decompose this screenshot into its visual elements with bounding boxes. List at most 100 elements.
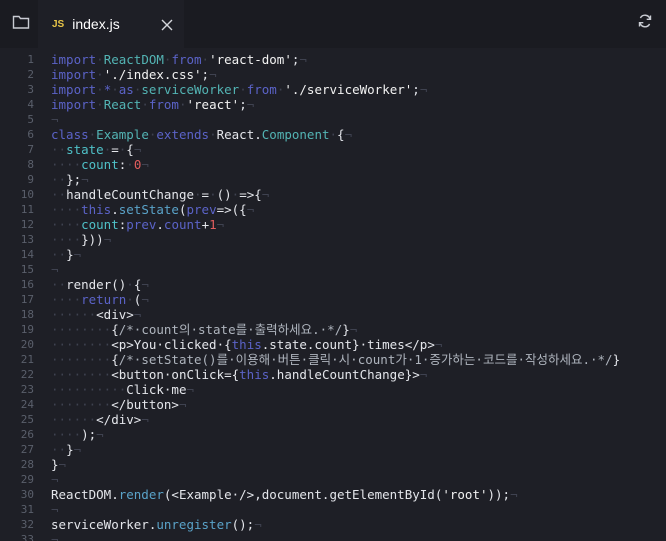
- code-line[interactable]: 6 class·Example·extends·React.Component·{…: [0, 127, 666, 142]
- code-text: ····return·(¬: [51, 292, 149, 307]
- line-number: 28: [20, 458, 34, 471]
- code-token: +: [201, 217, 210, 232]
- code-line[interactable]: 1 import·ReactDOM·from·'react-dom';¬: [0, 52, 666, 67]
- code-token: this: [81, 202, 112, 217]
- folder-icon[interactable]: [12, 14, 30, 30]
- code-text: ······</div>¬: [51, 412, 149, 427]
- code-token: ····: [51, 217, 82, 232]
- line-number: 8: [27, 158, 34, 171]
- code-token: serviceWorker.: [51, 517, 157, 532]
- close-icon[interactable]: [160, 17, 174, 31]
- code-token: </button>: [111, 397, 179, 412]
- code-line[interactable]: 30 ReactDOM.render(<Example·/>,document.g…: [0, 487, 666, 502]
- line-number: 27: [20, 443, 34, 456]
- code-token: import: [51, 67, 97, 82]
- code-line[interactable]: 15 ¬: [0, 262, 666, 277]
- code-token: ¬: [186, 382, 195, 397]
- code-token: ········: [51, 352, 112, 367]
- line-number: 30: [20, 488, 34, 501]
- code-line[interactable]: 4 import·React·from·'react';¬: [0, 97, 666, 112]
- code-token: ¬: [419, 367, 428, 382]
- code-token: ¬: [73, 247, 82, 262]
- code-token: ;: [239, 97, 247, 112]
- code-token: this: [231, 337, 262, 352]
- code-line[interactable]: 21 ········{/*·setState()를·이용해·버튼·클릭·시·co…: [0, 352, 666, 367]
- code-line[interactable]: 3 import·*·as·serviceWorker·from·'./servi…: [0, 82, 666, 97]
- code-token: ····: [51, 202, 82, 217]
- code-line[interactable]: 7 ··state·=·{¬: [0, 142, 666, 157]
- tab-index-js[interactable]: JS index.js: [38, 0, 184, 48]
- line-number: 22: [20, 368, 34, 381]
- code-area[interactable]: 1 import·ReactDOM·from·'react-dom';¬ 2 impo…: [0, 48, 666, 541]
- code-line[interactable]: 26 ····);¬: [0, 427, 666, 442]
- code-line[interactable]: 9 ··};¬: [0, 172, 666, 187]
- code-line[interactable]: 11 ····this.setState(prev=>({¬: [0, 202, 666, 217]
- code-line[interactable]: 19 ········{/*·count의·state를·출력하세요.·*/}¬: [0, 322, 666, 337]
- code-line[interactable]: 33 ¬: [0, 532, 666, 541]
- line-number: 1: [27, 53, 34, 66]
- code-line[interactable]: 29 ¬: [0, 472, 666, 487]
- code-token: ¬: [246, 202, 255, 217]
- code-token: Example: [96, 127, 149, 142]
- code-line[interactable]: 2 import·'./index.css';¬: [0, 67, 666, 82]
- line-number: 20: [20, 338, 34, 351]
- code-line[interactable]: 17 ····return·(¬: [0, 292, 666, 307]
- code-token: ¬: [103, 232, 112, 247]
- code-token: import: [51, 82, 97, 97]
- code-token: ));: [487, 487, 511, 502]
- code-text: ····}))¬: [51, 232, 111, 247]
- code-line[interactable]: 16 ··render()·{¬: [0, 277, 666, 292]
- code-line[interactable]: 25 ······</div>¬: [0, 412, 666, 427]
- code-line[interactable]: 8 ····count:·0¬: [0, 157, 666, 172]
- line-number: 31: [20, 503, 34, 516]
- code-token: ¬: [344, 127, 353, 142]
- code-token: /*·count의·state를·출력하세요.·*/: [118, 322, 343, 337]
- code-token: state: [66, 142, 104, 157]
- js-file-icon: JS: [52, 18, 65, 30]
- code-text: ··render()·{¬: [51, 277, 149, 292]
- code-token: ¬: [81, 172, 89, 187]
- line-number: 6: [27, 128, 34, 141]
- code-text: import·'./index.css';¬: [51, 67, 217, 82]
- line-number: 23: [20, 383, 34, 396]
- code-token: ····: [51, 292, 82, 307]
- code-token: /*·setState()를·이용해·버튼·클릭·시·count가·1·증가하는…: [118, 352, 613, 367]
- code-token: ¬: [261, 187, 270, 202]
- code-token: ·: [178, 97, 187, 112]
- code-line[interactable]: 10 ··handleCountChange·=·()·=>{¬: [0, 187, 666, 202]
- code-line[interactable]: 5 ¬: [0, 112, 666, 127]
- code-token: }: [66, 442, 74, 457]
- line-number: 3: [27, 83, 34, 96]
- code-line[interactable]: 22 ········<button·onClick={this.handleCo…: [0, 367, 666, 382]
- code-line[interactable]: 13 ····}))¬: [0, 232, 666, 247]
- code-line[interactable]: 32 serviceWorker.unregister();¬: [0, 517, 666, 532]
- line-number: 18: [20, 308, 34, 321]
- code-token: setState: [118, 202, 179, 217]
- code-line[interactable]: 18 ······<div>¬: [0, 307, 666, 322]
- code-token: ·: [96, 82, 104, 97]
- code-token: import: [51, 97, 97, 112]
- code-token: ();: [231, 517, 255, 532]
- line-number: 4: [27, 98, 34, 111]
- code-token: ····: [51, 427, 82, 442]
- code-line[interactable]: 28}¬: [0, 457, 666, 472]
- refresh-icon[interactable]: [637, 13, 653, 29]
- code-text: ¬: [51, 262, 59, 277]
- code-token: ··········: [51, 382, 127, 397]
- code-text: ····this.setState(prev=>({¬: [51, 202, 254, 217]
- code-line[interactable]: 20 ········<p>You·clicked·{this.state.cou…: [0, 337, 666, 352]
- code-text: ¬: [51, 532, 59, 541]
- code-line[interactable]: 14 ··}¬: [0, 247, 666, 262]
- code-token: ·: [126, 277, 134, 292]
- code-line[interactable]: 27 ··}¬: [0, 442, 666, 457]
- code-token: ········: [51, 397, 112, 412]
- code-token: count: [163, 217, 202, 232]
- code-token: ¬: [349, 322, 358, 337]
- code-line[interactable]: 24 ········</button>¬: [0, 397, 666, 412]
- code-line[interactable]: 12 ····count:prev.count+1¬: [0, 217, 666, 232]
- code-line[interactable]: 23 ··········Click·me¬: [0, 382, 666, 397]
- code-token: from: [171, 52, 202, 67]
- code-token: ····: [51, 157, 82, 172]
- code-line[interactable]: 31 ¬: [0, 502, 666, 517]
- code-token: ········: [51, 367, 112, 382]
